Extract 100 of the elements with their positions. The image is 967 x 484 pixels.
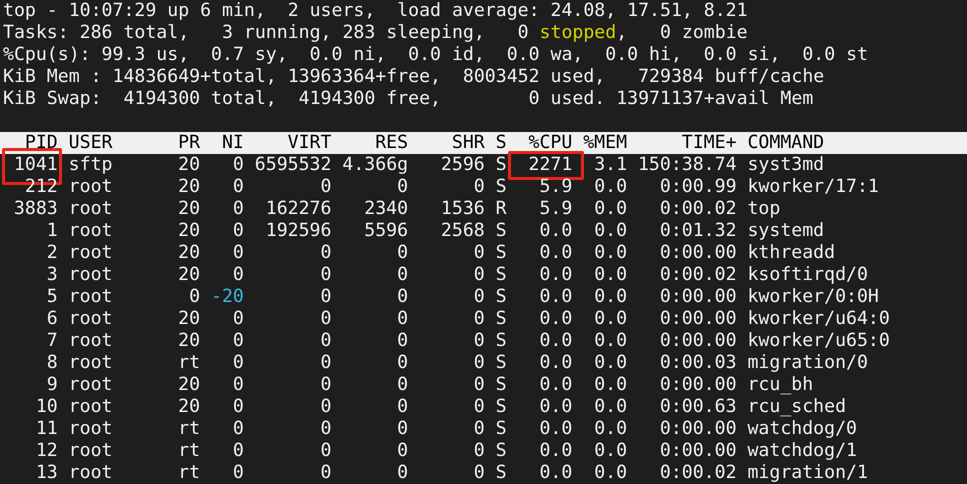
summary-line: Tasks: 286 total, 3 running, 283 sleeping, 0 stopped, 0 zombie — [3, 22, 749, 44]
table-cell-text: 1536 — [440, 198, 485, 220]
table-cell-text: 0:00.00 — [658, 374, 737, 396]
table-cell-text: 0 — [396, 418, 408, 440]
table-cell-text: 0 — [232, 418, 244, 440]
table-cell-text: 0 — [396, 176, 408, 198]
table-cell-text: 0.0 — [593, 396, 628, 418]
table-cell-text: 5.9 — [538, 176, 572, 198]
table-cell-text: 20 — [177, 242, 200, 264]
table-cell-text: top — [747, 198, 782, 220]
table-cell-text: 0 — [320, 352, 332, 374]
table-cell-text: 0:00.00 — [658, 308, 737, 330]
table-cell-text: 0.0 — [593, 176, 628, 198]
table-cell-text: 0 — [232, 198, 244, 220]
table-cell-text: syst3md — [747, 154, 826, 176]
column-header: %CPU — [528, 132, 572, 154]
table-cell-text: 0 — [472, 462, 485, 484]
table-cell-text: 0:00.99 — [658, 176, 737, 198]
table-cell-text: 0.0 — [593, 198, 628, 220]
table-cell-text: 0 — [396, 374, 408, 396]
table-cell-text: kworker/u65:0 — [747, 330, 891, 352]
table-cell-text: 0 — [320, 462, 332, 484]
table-cell-text: 0 — [232, 242, 244, 264]
table-cell-text: migration/0 — [747, 352, 869, 374]
table-cell-text: 4.366g — [341, 154, 408, 176]
table-cell-text: root — [68, 352, 114, 374]
table-cell-text: root — [68, 374, 114, 396]
table-cell-text: 0 — [320, 440, 332, 462]
table-cell-text: 0 — [396, 242, 408, 264]
table-cell-text: S — [494, 220, 507, 242]
table-cell-text: 0 — [232, 396, 244, 418]
table-cell-text: 0.0 — [538, 462, 572, 484]
column-header: COMMAND — [747, 132, 826, 154]
table-cell-text: rt — [177, 352, 200, 374]
table-cell-text: root — [68, 308, 114, 330]
table-cell-text: 0.0 — [538, 242, 572, 264]
table-cell-text: kworker/0:0H — [747, 286, 880, 308]
table-cell-text: kworker/17:1 — [747, 176, 880, 198]
table-cell-text: 0:00.02 — [658, 198, 737, 220]
table-cell-text: 162276 — [264, 198, 332, 220]
table-cell-text: 0 — [320, 374, 332, 396]
table-cell-text: 20 — [177, 374, 200, 396]
table-cell-text: 0.0 — [538, 308, 572, 330]
table-cell-text: 0:00.00 — [658, 418, 737, 440]
table-cell-text: kthreadd — [747, 242, 836, 264]
table-cell-text: 0.0 — [538, 264, 572, 286]
table-cell-text: 0:00.00 — [658, 242, 737, 264]
column-header: PR — [177, 132, 200, 154]
table-cell-text: 0 — [472, 440, 485, 462]
table-cell-text: 2568 — [440, 220, 485, 242]
column-header: USER — [68, 132, 114, 154]
table-cell-text: root — [68, 418, 114, 440]
table-cell-text: S — [494, 264, 507, 286]
table-cell-text: 20 — [177, 220, 200, 242]
table-cell-text: ksoftirqd/0 — [747, 264, 869, 286]
table-cell-text: 0.0 — [538, 418, 572, 440]
table-cell-text: 0 — [472, 396, 485, 418]
table-cell-text: 0 — [472, 176, 485, 198]
table-cell-text: S — [494, 418, 507, 440]
column-header: NI — [220, 132, 244, 154]
table-cell-text: 0 — [472, 352, 485, 374]
table-cell-text: 0 — [472, 374, 485, 396]
summary-line: KiB Mem : 14836649+total, 13963364+free, 8003452 used, 729384 buff/cache — [3, 66, 826, 88]
table-cell-text: watchdog/1 — [747, 440, 858, 462]
table-cell-text: 0.0 — [593, 264, 628, 286]
table-cell-text: 20 — [177, 176, 200, 198]
table-cell-text: 0 — [232, 176, 244, 198]
table-cell-text: 0 — [396, 264, 408, 286]
table-cell-text: 0.0 — [593, 374, 628, 396]
table-cell-text: 0.0 — [593, 286, 628, 308]
table-cell-text: 0 — [396, 396, 408, 418]
table-cell-text: rt — [177, 418, 200, 440]
table-cell-text: sftp — [68, 154, 114, 176]
table-cell-text: 12 — [34, 440, 58, 462]
table-cell-text: S — [494, 462, 507, 484]
summary-line: KiB Swap: 4194300 total, 4194300 free, 0 used. 13971137+avail Mem — [3, 88, 814, 110]
table-cell-text: 0:00.00 — [658, 440, 737, 462]
table-cell-text: 0 — [396, 330, 408, 352]
table-cell-text: 9 — [46, 374, 58, 396]
table-cell-text: 0 — [320, 242, 332, 264]
table-cell-text: 0 — [188, 286, 200, 308]
table-cell-text: S — [494, 330, 507, 352]
table-cell-text: 0.0 — [538, 220, 572, 242]
table-cell-text: 3.1 — [593, 154, 628, 176]
table-cell-text: 0:00.02 — [658, 264, 737, 286]
table-cell-text: 0 — [396, 440, 408, 462]
table-cell-text: 0 — [472, 330, 485, 352]
table-cell-text: 0.0 — [593, 462, 628, 484]
table-cell-text: 0.0 — [593, 440, 628, 462]
table-cell-text: S — [494, 396, 507, 418]
table-cell-text: 20 — [177, 308, 200, 330]
table-cell-text: 0.0 — [593, 220, 628, 242]
table-cell-text: 5596 — [363, 220, 408, 242]
table-cell-text: rcu_bh — [747, 374, 814, 396]
table-cell-text: 0 — [472, 264, 485, 286]
table-cell-text: 0 — [232, 308, 244, 330]
table-cell-text: 0:00.63 — [658, 396, 737, 418]
column-header: SHR — [450, 132, 485, 154]
table-cell-text: 0 — [232, 352, 244, 374]
table-cell-text: 0:01.32 — [658, 220, 737, 242]
